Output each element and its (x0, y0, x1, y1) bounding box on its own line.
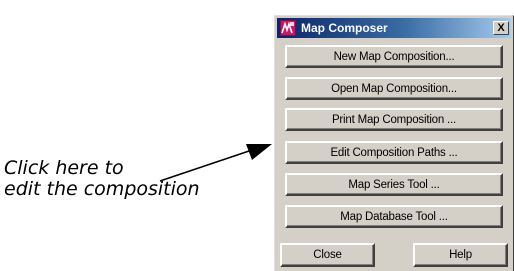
close-icon[interactable]: X (493, 21, 509, 35)
callout-line-2: edit the composition (4, 178, 200, 200)
map-series-tool-button[interactable]: Map Series Tool ... (285, 173, 503, 196)
edit-composition-paths-button[interactable]: Edit Composition Paths ... (285, 141, 503, 164)
window-title: Map Composer (301, 21, 388, 35)
map-composer-window: Map Composer X New Map Composition... Op… (274, 15, 514, 271)
map-composer-app-icon (280, 20, 296, 36)
map-database-tool-button[interactable]: Map Database Tool ... (285, 205, 503, 228)
new-map-composition-button[interactable]: New Map Composition... (285, 45, 503, 68)
close-button[interactable]: Close (280, 243, 375, 267)
help-button[interactable]: Help (413, 243, 508, 267)
window-titlebar[interactable]: Map Composer X (277, 18, 511, 38)
open-map-composition-button[interactable]: Open Map Composition... (285, 77, 503, 100)
callout-line-1: Click here to (4, 157, 124, 179)
callout-annotation: Click here to edit the composition (4, 158, 200, 200)
print-map-composition-button[interactable]: Print Map Composition ... (285, 108, 503, 131)
